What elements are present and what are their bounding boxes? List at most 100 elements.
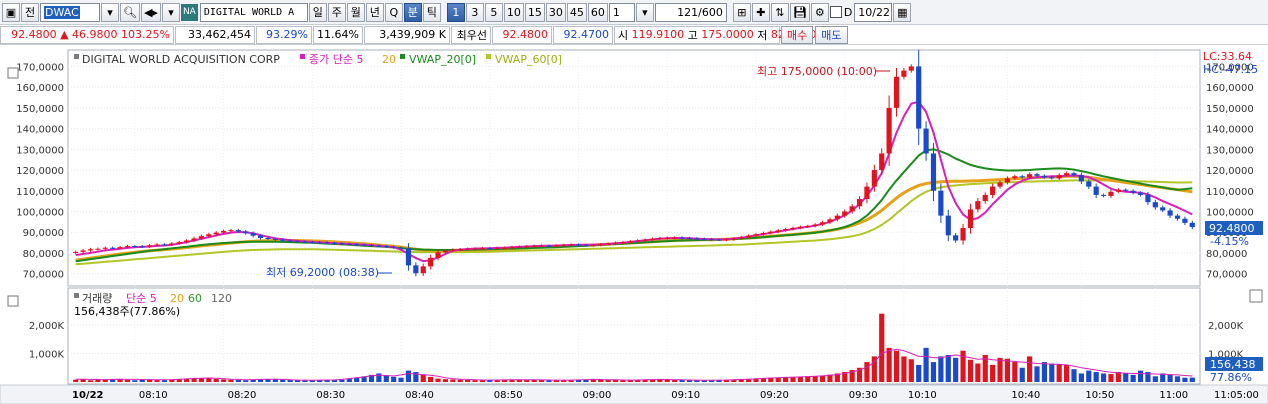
volume-sub-label: 156,438주(77.86%) — [74, 305, 180, 318]
interval-15-button[interactable]: 15 — [524, 2, 545, 22]
volume-bar — [1027, 356, 1033, 382]
candle-body — [102, 247, 108, 249]
volume-value: 33,462,454 — [175, 25, 255, 44]
volume-tick-left: 1,000K — [29, 350, 65, 361]
symbol-dropdown-icon[interactable]: ▾ — [101, 2, 119, 22]
candle-body — [346, 243, 352, 245]
candle-body — [642, 239, 648, 241]
volume-bar — [405, 370, 412, 382]
candle-body — [760, 233, 766, 235]
period-quarter-button[interactable]: Q — [384, 2, 403, 22]
price-tick-right: 130,0000 — [1206, 145, 1254, 156]
interval-1-button[interactable]: 1 — [446, 2, 465, 22]
price-tick-left: 110,0000 — [16, 187, 64, 198]
bar-count-input[interactable]: 121/600 — [654, 2, 727, 22]
volume-bar — [280, 379, 286, 382]
draw-tools-icon[interactable]: ⇅ — [770, 2, 789, 22]
candle-body — [797, 226, 803, 228]
save-icon[interactable]: 💾︎ — [789, 2, 810, 22]
period-minute-button[interactable]: 분 — [403, 2, 422, 22]
candle-body — [953, 235, 959, 241]
candle-body — [73, 251, 79, 253]
candle-body — [1123, 189, 1129, 191]
candle-body — [531, 245, 537, 247]
candle-body — [1004, 178, 1011, 183]
volume-bar — [1115, 372, 1121, 382]
date-input[interactable]: 10/22 — [854, 2, 893, 22]
volume-bar — [1056, 364, 1062, 382]
candle-body — [272, 238, 278, 240]
period-day-button[interactable]: 일 — [308, 2, 327, 22]
candle-body — [213, 232, 219, 235]
interval-5-button[interactable]: 5 — [484, 2, 503, 22]
candle-body — [997, 182, 1003, 187]
interval-3-button[interactable]: 3 — [465, 2, 484, 22]
candle-body — [110, 247, 116, 249]
period-week-button[interactable]: 주 — [327, 2, 346, 22]
interval-select[interactable]: 1 — [608, 2, 635, 22]
candle-body — [265, 238, 271, 239]
period-month-button[interactable]: 월 — [346, 2, 365, 22]
volume-bar — [967, 359, 974, 382]
chart-svg[interactable]: 70,000070,000080,000080,000090,000090,00… — [0, 46, 1268, 404]
candle-body — [147, 245, 153, 247]
candle-body — [154, 244, 160, 246]
volume-title: 거래량 — [82, 292, 112, 305]
candle-body — [1137, 192, 1144, 195]
candle-body — [339, 243, 345, 245]
symbol-code-input[interactable]: DWAC — [40, 2, 100, 22]
volume-bar — [139, 379, 145, 382]
buy-button[interactable]: 매수 — [781, 25, 814, 44]
candle-body — [886, 107, 892, 154]
volume-bar — [472, 380, 478, 382]
interval-10-button[interactable]: 10 — [503, 2, 524, 22]
volume-bar — [1182, 377, 1188, 382]
best-ask-price: 92.4800 — [492, 25, 552, 44]
chart-menu-icon[interactable]: ▣ — [2, 2, 20, 22]
indicator-icon[interactable]: ✚ — [751, 2, 770, 22]
price-tick-right: 80,0000 — [1206, 249, 1247, 260]
volume-bar — [442, 379, 449, 382]
volume-bar — [132, 380, 138, 382]
market-jeon-button[interactable]: 전 — [21, 2, 39, 22]
candle-body — [309, 242, 315, 244]
quote-bar: 92.4800 ▲ 46.9800 103.25% 33,462,454 93.… — [0, 25, 1268, 45]
panel-volume-icon[interactable] — [7, 295, 19, 307]
sell-button[interactable]: 매도 — [815, 25, 848, 44]
settings-icon[interactable]: ⚙ — [810, 2, 829, 22]
panel-price-icon[interactable] — [7, 67, 19, 79]
volume-bar — [235, 380, 241, 382]
candle-body — [435, 252, 441, 258]
candle-body — [1152, 202, 1158, 208]
interval-45-button[interactable]: 45 — [566, 2, 587, 22]
search-icon[interactable]: 🔍︎ — [120, 2, 140, 22]
candle-body — [457, 249, 463, 251]
candle-body — [649, 238, 656, 240]
calendar-icon[interactable]: ▦ — [893, 2, 912, 22]
candle-body — [753, 234, 759, 236]
period-tick-button[interactable]: 틱 — [422, 2, 441, 22]
interval-60-button[interactable]: 60 — [587, 2, 608, 22]
volume-bar — [1041, 362, 1047, 382]
interval-dropdown-icon[interactable]: ▾ — [635, 2, 654, 22]
legend-ma20: 20 — [382, 53, 396, 66]
sound-icon[interactable]: ◀▸ — [140, 2, 161, 22]
volume-bar — [161, 380, 168, 382]
candle-body — [413, 265, 419, 274]
volume-bar — [938, 356, 944, 382]
period-year-button[interactable]: 년 — [365, 2, 384, 22]
date-checkbox[interactable] — [829, 6, 842, 18]
chart-area[interactable]: 70,000070,000080,000080,000090,000090,00… — [0, 46, 1268, 404]
volume-bar — [1093, 372, 1099, 382]
panel-collapse-icon[interactable] — [1249, 289, 1263, 303]
time-tick-label: 11:05:00 — [1214, 390, 1259, 401]
interval-30-button[interactable]: 30 — [545, 2, 566, 22]
volume-bar — [339, 379, 345, 382]
time-tick-label: 10:40 — [1011, 390, 1040, 401]
candle-body — [664, 237, 670, 239]
candle-body — [95, 248, 101, 250]
volume-tick-right: 2,000K — [1208, 321, 1244, 332]
candle-body — [287, 240, 293, 242]
fixed-zoom-icon[interactable]: ⊞ — [732, 2, 751, 22]
history-dropdown-icon[interactable]: ▾ — [161, 2, 180, 22]
